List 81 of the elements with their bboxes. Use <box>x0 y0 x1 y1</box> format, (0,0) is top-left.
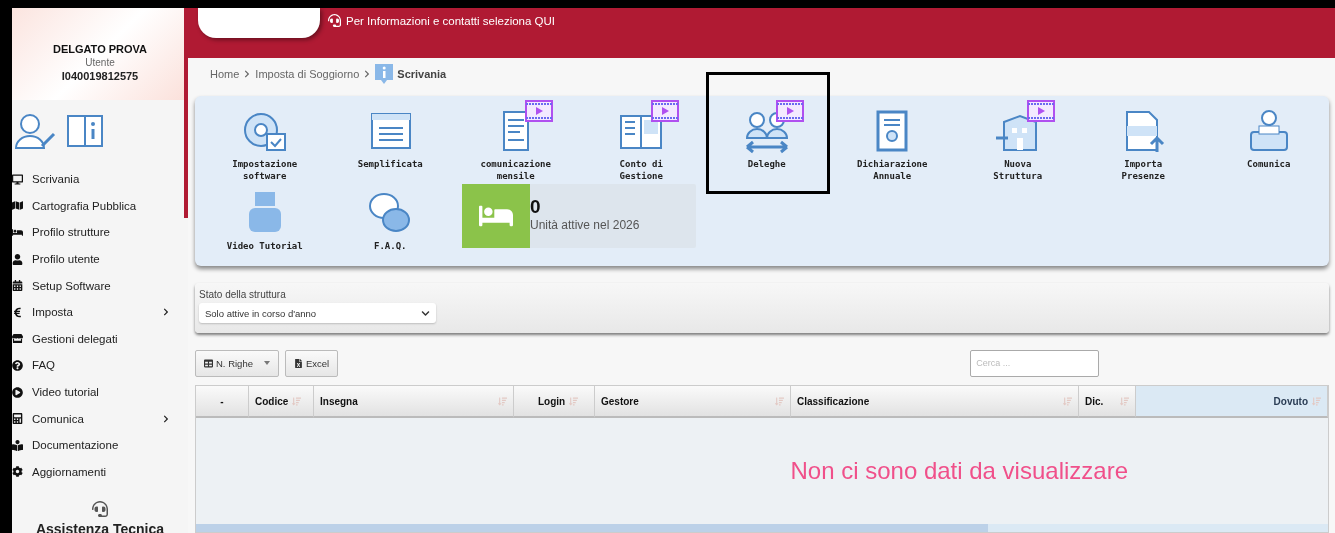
empty-message: Non ci sono dati da visualizzare <box>790 457 1128 485</box>
chevron-down-icon <box>421 308 430 318</box>
breadcrumb-link[interactable]: Home <box>210 68 240 80</box>
user-role: Utente <box>85 57 115 68</box>
user-icon <box>12 253 23 265</box>
column-header[interactable]: Login <box>514 386 595 418</box>
caret-icon <box>263 361 270 365</box>
chevron-right-icon <box>243 70 252 78</box>
calculator-icon <box>12 413 23 425</box>
menu-item[interactable]: Imposta <box>12 298 188 326</box>
table-icon <box>204 358 213 368</box>
headset-icon[interactable] <box>92 501 108 517</box>
column-header[interactable]: Gestore <box>595 386 791 418</box>
settings-icon <box>12 466 23 478</box>
menu-item[interactable]: Documentazione <box>12 431 188 459</box>
sort-icon <box>775 396 784 406</box>
menu-item[interactable]: Aggiornamenti <box>12 458 188 486</box>
shortcut-tile[interactable]: F.A.Q. <box>327 190 453 260</box>
menu-item[interactable]: Comunica <box>12 405 188 432</box>
bed-icon <box>12 227 23 238</box>
column-header[interactable]: Classificazione <box>791 386 1079 418</box>
column-header[interactable]: Dic. <box>1079 386 1136 418</box>
info-icon <box>375 64 394 84</box>
video-badge-icon[interactable] <box>1027 100 1055 122</box>
shortcut-tile[interactable]: Nuova Struttura <box>955 100 1081 190</box>
menu-item[interactable]: Gestioni delegati <box>12 325 188 353</box>
column-header[interactable]: Codice <box>249 386 314 418</box>
menu-item[interactable]: Scrivania <box>12 166 188 193</box>
shortcut-tile[interactable]: Impostazione software <box>202 100 328 190</box>
question-icon <box>12 359 23 371</box>
video-badge-icon[interactable] <box>776 100 804 122</box>
menu-item[interactable]: Cartografia Pubblica <box>12 192 188 220</box>
shortcut-tile[interactable]: Video Tutorial <box>202 190 328 260</box>
user-name: DELGATO PROVA <box>52 43 148 55</box>
breadcrumb-link[interactable]: Scrivania <box>397 68 447 80</box>
sort-icon <box>498 396 507 406</box>
sort-icon <box>292 396 302 406</box>
info-book-icon[interactable] <box>66 112 104 150</box>
info-link[interactable]: Per Informazioni e contatti seleziona QUI <box>328 14 556 27</box>
stat-value: 0 <box>530 196 542 218</box>
status-select[interactable]: Solo attive in corso d'anno <box>199 303 436 323</box>
menu-item[interactable]: Profilo strutture <box>12 219 188 246</box>
reader-icon <box>12 439 23 451</box>
video-badge-icon[interactable] <box>525 100 553 122</box>
excel-button[interactable]: Excel <box>284 349 339 377</box>
chevron-right-icon <box>162 414 170 423</box>
sort-icon <box>1312 396 1321 406</box>
video-icon <box>12 386 23 398</box>
store-icon <box>12 333 23 345</box>
shortcut-tile[interactable]: Importa Presenze <box>1080 100 1206 190</box>
menu-item[interactable]: Profilo utente <box>12 245 188 273</box>
sort-icon <box>569 396 579 406</box>
shortcut-tile[interactable]: Comunica <box>1206 100 1332 190</box>
stat-label: Unità attive nel 2026 <box>530 218 640 232</box>
file-icon <box>293 358 303 368</box>
menu-item[interactable]: FAQ <box>12 352 188 379</box>
user-code: I040019812575 <box>61 70 139 82</box>
shortcut-tile[interactable]: Dichiarazione Annuale <box>829 100 955 190</box>
chevron-right-icon <box>363 70 372 78</box>
video-badge-icon[interactable] <box>650 100 679 122</box>
chevron-right-icon <box>162 308 170 317</box>
shortcut-tile[interactable]: Semplificata <box>327 100 453 190</box>
column-header[interactable]: Insegna <box>314 386 514 418</box>
user-edit-icon[interactable] <box>14 112 58 150</box>
shortcut-tile[interactable]: Conto di Gestione <box>578 100 704 190</box>
headset-icon <box>328 14 341 27</box>
menu-item[interactable]: Setup Software <box>12 272 188 299</box>
column-header[interactable]: - <box>196 386 249 418</box>
euro-icon <box>12 306 23 318</box>
search-field[interactable]: Cerca ... <box>970 349 1100 377</box>
column-header[interactable]: Dovuto <box>1136 386 1328 418</box>
menu-item[interactable]: Video tutorial <box>12 378 188 406</box>
rows-button[interactable]: N. Righe <box>195 349 279 377</box>
breadcrumb-link[interactable]: Imposta di Soggiorno <box>255 68 360 80</box>
filter-label: Stato della struttura <box>199 289 287 300</box>
sort-icon <box>1120 396 1129 406</box>
calendar-icon <box>12 280 23 292</box>
sort-icon <box>1063 396 1072 406</box>
map-icon <box>12 200 23 212</box>
shortcut-tile[interactable]: comunicazione mensile <box>453 100 579 190</box>
monitor-icon <box>12 173 23 185</box>
